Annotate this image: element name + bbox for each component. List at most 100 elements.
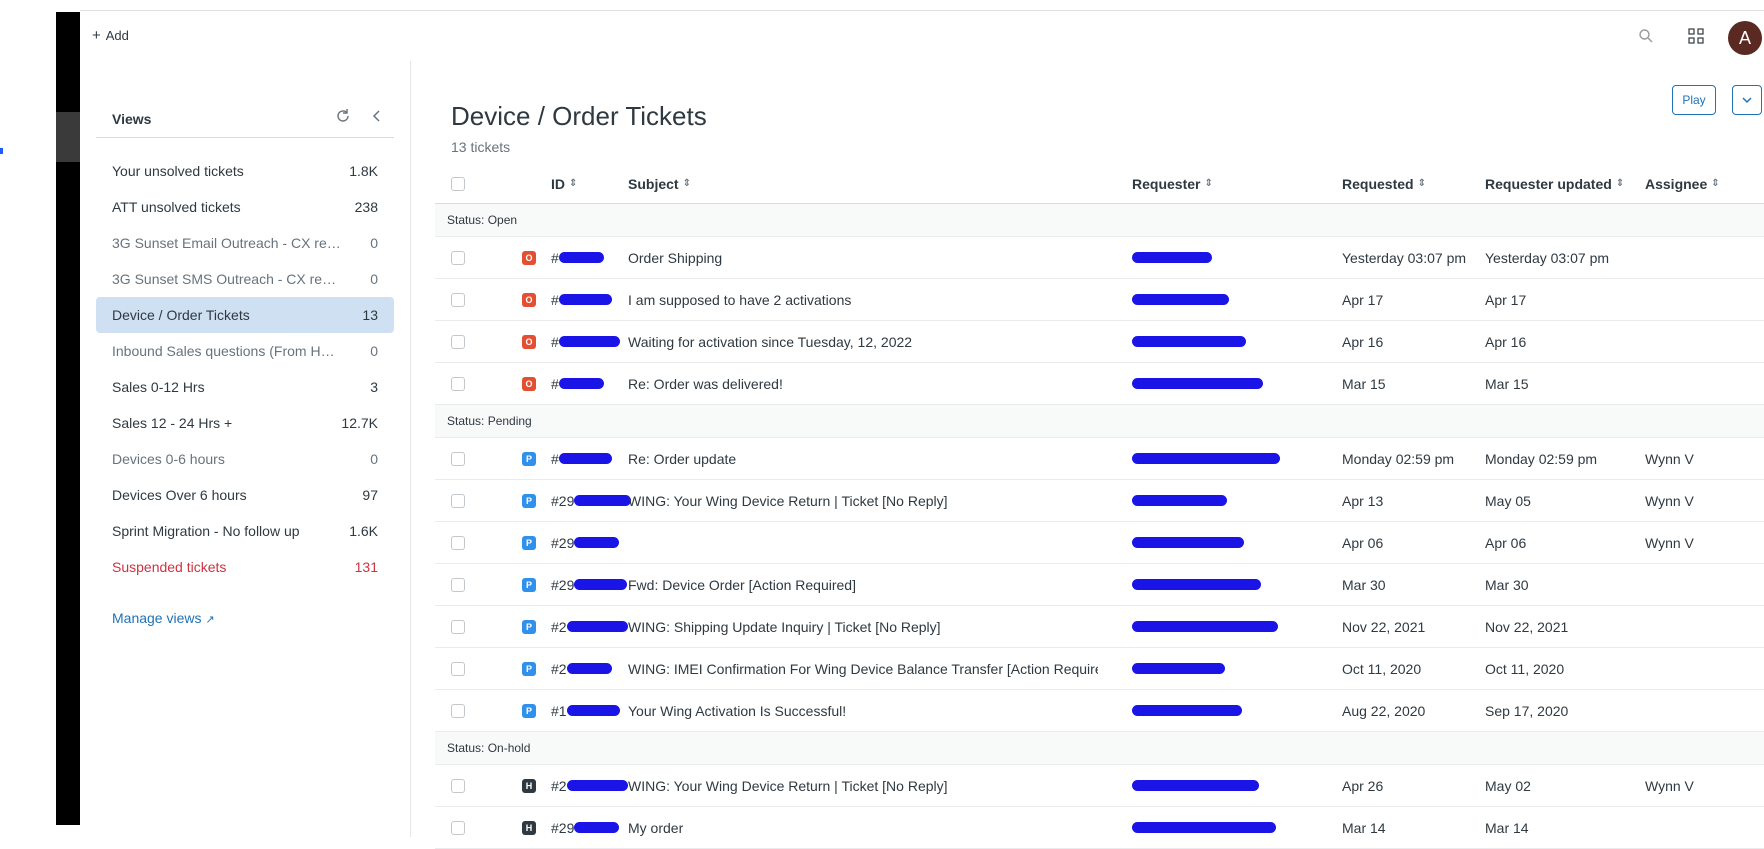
ticket-id[interactable]: # — [551, 321, 631, 362]
ticket-id[interactable]: # — [551, 237, 631, 278]
collapse-sidebar-icon[interactable] — [368, 107, 386, 125]
row-checkbox[interactable] — [451, 376, 465, 391]
column-subject[interactable]: Subject ⇕ — [628, 164, 1098, 203]
ticket-subject[interactable]: Fwd: Device Order [Action Required] — [628, 564, 1098, 605]
view-item[interactable]: Sales 12 - 24 Hrs + 12.7K — [96, 405, 394, 441]
table-row[interactable]: P #1 Your Wing Activation Is Successful! Au… — [435, 690, 1764, 732]
column-requested[interactable]: Requested ⇕ — [1342, 164, 1482, 203]
view-item[interactable]: 3G Sunset SMS Outreach - CX replied 0 — [96, 261, 394, 297]
ticket-subject[interactable]: Order Shipping — [628, 237, 1098, 278]
ticket-subject[interactable]: Waiting for activation since Tuesday, 12… — [628, 321, 1098, 362]
table-row[interactable]: P # Re: Order update Monday 02:59 pm Monday … — [435, 438, 1764, 480]
row-checkbox[interactable] — [451, 577, 465, 592]
table-row[interactable]: O # Order Shipping Yesterday 03:07 pm Yester… — [435, 237, 1764, 279]
row-checkbox[interactable] — [451, 778, 465, 793]
ticket-requester[interactable] — [1132, 606, 1322, 647]
ticket-id[interactable]: #29 — [551, 480, 631, 521]
view-item[interactable]: Your unsolved tickets 1.8K — [96, 153, 394, 189]
table-row[interactable]: P #29 Fwd: Device Order [Action Required] M… — [435, 564, 1764, 606]
table-row[interactable]: O # Waiting for activation since Tuesday, … — [435, 321, 1764, 363]
ticket-id-text: # — [551, 450, 559, 467]
ticket-requester[interactable] — [1132, 690, 1322, 731]
ticket-requester[interactable] — [1132, 480, 1322, 521]
avatar[interactable]: A — [1728, 21, 1762, 55]
ticket-requester[interactable] — [1132, 765, 1322, 806]
ticket-requester[interactable] — [1132, 564, 1322, 605]
view-item[interactable]: Sales 0-12 Hrs 3 — [96, 369, 394, 405]
ticket-requester[interactable] — [1132, 321, 1322, 362]
view-item-count: 3 — [370, 379, 378, 395]
column-requester[interactable]: Requester ⇕ — [1132, 164, 1322, 203]
column-requester-updated[interactable]: Requester updated ⇕ — [1485, 164, 1645, 203]
select-all-checkbox[interactable] — [451, 176, 465, 191]
view-item[interactable]: ATT unsolved tickets 238 — [96, 189, 394, 225]
row-checkbox[interactable] — [451, 661, 465, 676]
play-button[interactable]: Play — [1672, 85, 1716, 115]
table-row[interactable]: P #29 WING: Your Wing Device Return | Tick… — [435, 480, 1764, 522]
view-item-count: 12.7K — [341, 415, 378, 431]
nav-active-item[interactable] — [56, 112, 80, 162]
play-options-button[interactable] — [1732, 85, 1762, 115]
ticket-requester[interactable] — [1132, 648, 1322, 689]
table-row[interactable]: P #2 WING: Shipping Update Inquiry | Ticke… — [435, 606, 1764, 648]
ticket-requested: Mar 14 — [1342, 819, 1386, 836]
ticket-subject[interactable]: Re: Order update — [628, 438, 1098, 479]
status-badge: P — [522, 577, 536, 592]
row-checkbox[interactable] — [451, 451, 465, 466]
ticket-id[interactable]: #29 — [551, 807, 631, 848]
ticket-id[interactable]: # — [551, 363, 631, 404]
table-row[interactable]: P #29 Apr 06 Apr 06 Wynn V — [435, 522, 1764, 564]
table-row[interactable]: P #2 WING: IMEI Confirmation For Wing Devi… — [435, 648, 1764, 690]
ticket-id[interactable]: #29 — [551, 522, 631, 563]
ticket-subject[interactable]: WING: Your Wing Device Return | Ticket [… — [628, 765, 1098, 806]
ticket-id[interactable]: #29 — [551, 564, 631, 605]
ticket-subject[interactable]: Your Wing Activation Is Successful! — [628, 690, 1098, 731]
view-item[interactable]: Device / Order Tickets 13 — [96, 297, 394, 333]
table-row[interactable]: H #29 My order Mar 14 Mar 14 — [435, 807, 1764, 849]
row-checkbox[interactable] — [451, 703, 465, 718]
view-item[interactable]: Devices 0-6 hours 0 — [96, 441, 394, 477]
ticket-id[interactable]: #2 — [551, 765, 631, 806]
ticket-id[interactable]: # — [551, 279, 631, 320]
ticket-id[interactable]: #2 — [551, 648, 631, 689]
status-badge: P — [522, 535, 536, 550]
table-row[interactable]: O # I am supposed to have 2 activations Apr… — [435, 279, 1764, 321]
ticket-requester[interactable] — [1132, 807, 1322, 848]
row-checkbox[interactable] — [451, 334, 465, 349]
ticket-id[interactable]: #2 — [551, 606, 631, 647]
ticket-id[interactable]: #1 — [551, 690, 631, 731]
table-row[interactable]: H #2 WING: Your Wing Device Return | Ticke… — [435, 765, 1764, 807]
ticket-id[interactable]: # — [551, 438, 631, 479]
view-item[interactable]: Devices Over 6 hours 97 — [96, 477, 394, 513]
column-id[interactable]: ID ⇕ — [551, 164, 631, 203]
ticket-requester[interactable] — [1132, 279, 1322, 320]
row-checkbox[interactable] — [451, 820, 465, 835]
search-icon[interactable] — [1638, 28, 1654, 44]
manage-views-link[interactable]: Manage views ↗ — [112, 610, 215, 626]
row-checkbox[interactable] — [451, 250, 465, 265]
view-item[interactable]: Sprint Migration - No follow up 1.6K — [96, 513, 394, 549]
ticket-subject[interactable] — [628, 522, 1098, 563]
row-checkbox[interactable] — [451, 493, 465, 508]
row-checkbox[interactable] — [451, 619, 465, 634]
ticket-subject[interactable]: WING: Your Wing Device Return | Ticket [… — [628, 480, 1098, 521]
ticket-subject[interactable]: My order — [628, 807, 1098, 848]
ticket-requester[interactable] — [1132, 237, 1322, 278]
apps-grid-icon[interactable] — [1688, 28, 1704, 44]
ticket-requester[interactable] — [1132, 522, 1322, 563]
view-item[interactable]: Inbound Sales questions (From Help Cente… — [96, 333, 394, 369]
view-item[interactable]: Suspended tickets 131 — [96, 549, 394, 585]
add-button[interactable]: + Add — [92, 27, 129, 44]
ticket-subject[interactable]: WING: Shipping Update Inquiry | Ticket [… — [628, 606, 1098, 647]
ticket-requester[interactable] — [1132, 363, 1322, 404]
ticket-subject[interactable]: WING: IMEI Confirmation For Wing Device … — [628, 648, 1098, 689]
table-row[interactable]: O # Re: Order was delivered! Mar 15 Mar 15 — [435, 363, 1764, 405]
refresh-icon[interactable] — [334, 107, 352, 125]
view-item[interactable]: 3G Sunset Email Outreach - CX replied 0 — [96, 225, 394, 261]
ticket-requester[interactable] — [1132, 438, 1322, 479]
column-assignee[interactable]: Assignee ⇕ — [1645, 164, 1764, 203]
ticket-subject[interactable]: I am supposed to have 2 activations — [628, 279, 1098, 320]
row-checkbox[interactable] — [451, 535, 465, 550]
ticket-subject[interactable]: Re: Order was delivered! — [628, 363, 1098, 404]
row-checkbox[interactable] — [451, 292, 465, 307]
